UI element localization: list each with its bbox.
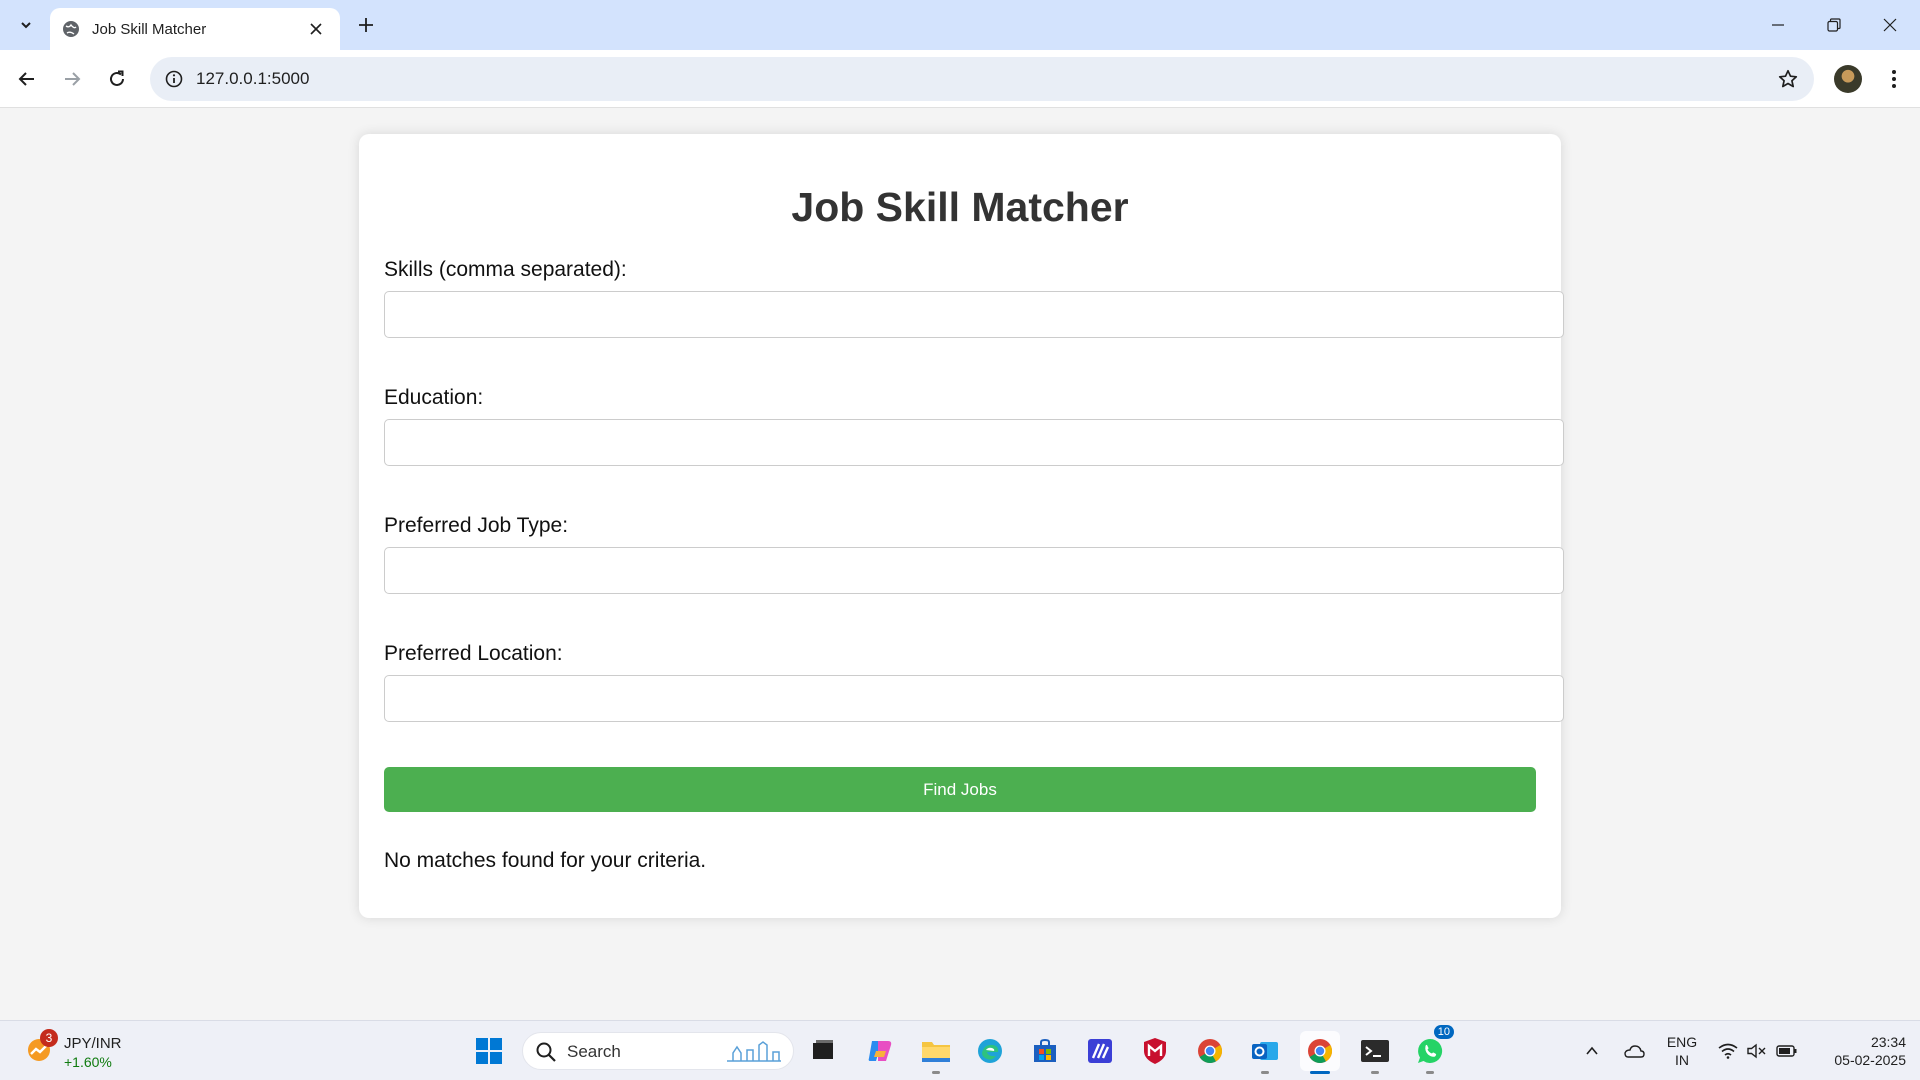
- edge-button[interactable]: [970, 1031, 1010, 1071]
- terminal-button[interactable]: [1355, 1031, 1395, 1074]
- clock[interactable]: 23:34 05-02-2025: [1806, 1033, 1906, 1069]
- browser-tabstrip: Job Skill Matcher: [0, 0, 1920, 50]
- chrome-icon: [1308, 1039, 1333, 1064]
- job-matcher-card: Job Skill Matcher Skills (comma separate…: [359, 134, 1564, 918]
- url-text: 127.0.0.1:5000: [196, 69, 310, 88]
- window-close-button[interactable]: [1862, 0, 1918, 50]
- skills-input[interactable]: [384, 291, 1564, 338]
- clock-date: 05-02-2025: [1834, 1052, 1906, 1068]
- cloud-icon: [1624, 1045, 1645, 1058]
- taskbar-search[interactable]: Search: [522, 1032, 794, 1070]
- copilot-button[interactable]: [860, 1031, 900, 1071]
- forward-button[interactable]: [54, 61, 90, 97]
- active-indicator: [1310, 1071, 1330, 1074]
- start-button[interactable]: [469, 1031, 509, 1071]
- reload-button[interactable]: [99, 61, 135, 97]
- store-button[interactable]: [1025, 1031, 1065, 1071]
- visual-studio-button[interactable]: [1080, 1031, 1120, 1071]
- store-icon: [1034, 1038, 1056, 1062]
- job-type-input[interactable]: [384, 547, 1564, 594]
- battery-status[interactable]: [1772, 1021, 1802, 1080]
- show-hidden-icons-button[interactable]: [1580, 1021, 1604, 1080]
- chrome-icon: [1198, 1039, 1223, 1064]
- wifi-icon: [1718, 1043, 1738, 1059]
- clock-time: 23:34: [1870, 1034, 1906, 1050]
- reload-icon: [110, 70, 124, 86]
- address-bar[interactable]: 127.0.0.1:5000: [150, 57, 1814, 101]
- wifi-status[interactable]: [1714, 1021, 1742, 1080]
- stocks-widget[interactable]: 3 JPY/INR +1.60%: [18, 1029, 138, 1073]
- arrow-right-icon: [65, 72, 81, 86]
- outlook-icon: [1252, 1042, 1278, 1060]
- language-indicator[interactable]: ENG IN: [1660, 1033, 1704, 1069]
- browser-menu-button[interactable]: [1876, 61, 1912, 97]
- folder-icon: [922, 1042, 950, 1062]
- chevron-down-icon: [21, 22, 31, 29]
- volume-status[interactable]: [1744, 1021, 1770, 1080]
- chrome-active-button[interactable]: [1300, 1031, 1340, 1074]
- profile-avatar[interactable]: [1834, 65, 1862, 93]
- site-info-icon[interactable]: [160, 65, 188, 93]
- copilot-icon: [868, 1041, 892, 1061]
- result-message: No matches found for your criteria.: [384, 849, 707, 872]
- browser-toolbar: 127.0.0.1:5000: [0, 50, 1920, 108]
- new-tab-button[interactable]: [350, 10, 382, 40]
- page-title: Job Skill Matcher: [791, 184, 1129, 230]
- tab-title: Job Skill Matcher: [92, 20, 207, 38]
- education-input[interactable]: [384, 419, 1564, 466]
- running-indicator: [1371, 1071, 1379, 1074]
- location-input[interactable]: [384, 675, 1564, 722]
- widget-title: JPY/INR: [64, 1035, 122, 1052]
- file-explorer-button[interactable]: [916, 1031, 956, 1074]
- language-code: ENG: [1666, 1034, 1698, 1050]
- search-icon: [536, 1042, 556, 1062]
- minimize-button[interactable]: [1750, 0, 1806, 50]
- plus-icon: [359, 18, 373, 32]
- more-vertical-icon: [1892, 70, 1896, 88]
- browser-tab-active[interactable]: Job Skill Matcher: [50, 8, 340, 50]
- task-view-button[interactable]: [803, 1031, 843, 1071]
- skills-label: Skills (comma separated):: [384, 258, 627, 281]
- whatsapp-badge: 10: [1433, 1025, 1454, 1039]
- chevron-up-icon: [1586, 1046, 1598, 1055]
- running-indicator: [932, 1071, 940, 1074]
- find-jobs-button[interactable]: Find Jobs: [384, 767, 1536, 812]
- restore-icon: [1827, 18, 1841, 32]
- terminal-icon: [1361, 1040, 1389, 1062]
- shield-icon: [1144, 1038, 1166, 1064]
- restore-button[interactable]: [1806, 0, 1862, 50]
- back-button[interactable]: [9, 61, 45, 97]
- whatsapp-icon: [1418, 1038, 1443, 1063]
- search-highlight-icon: [727, 1041, 781, 1062]
- widget-badge: 3: [40, 1029, 58, 1047]
- close-icon: [1883, 18, 1897, 32]
- running-indicator: [1261, 1071, 1269, 1074]
- mcafee-button[interactable]: [1135, 1031, 1175, 1071]
- task-view-icon: [813, 1040, 833, 1059]
- bookmark-star-icon[interactable]: [1774, 65, 1802, 93]
- taskbar: 3 JPY/INR +1.60% Search 10 ENG IN 23:34 …: [0, 1020, 1920, 1080]
- minimize-icon: [1772, 24, 1784, 26]
- job-type-label: Preferred Job Type:: [384, 514, 569, 537]
- arrow-left-icon: [18, 72, 34, 86]
- running-indicator: [1426, 1071, 1434, 1074]
- battery-icon: [1776, 1045, 1797, 1057]
- edge-icon: [978, 1039, 1002, 1063]
- editor-icon: [1088, 1039, 1112, 1063]
- whatsapp-button[interactable]: 10: [1410, 1025, 1454, 1074]
- close-icon: [310, 23, 322, 35]
- outlook-button[interactable]: [1245, 1031, 1285, 1074]
- chrome-button[interactable]: [1190, 1031, 1230, 1071]
- location-label: Preferred Location:: [384, 642, 563, 665]
- tab-search-button[interactable]: [10, 10, 42, 40]
- education-label: Education:: [384, 386, 484, 409]
- language-region: IN: [1675, 1052, 1689, 1068]
- widget-change: +1.60%: [64, 1054, 112, 1070]
- tab-close-button[interactable]: [304, 17, 328, 41]
- search-label: Search: [567, 1042, 621, 1061]
- volume-muted-icon: [1747, 1043, 1766, 1059]
- windows-icon: [476, 1038, 502, 1064]
- onedrive-button[interactable]: [1620, 1021, 1648, 1080]
- globe-icon: [63, 21, 79, 37]
